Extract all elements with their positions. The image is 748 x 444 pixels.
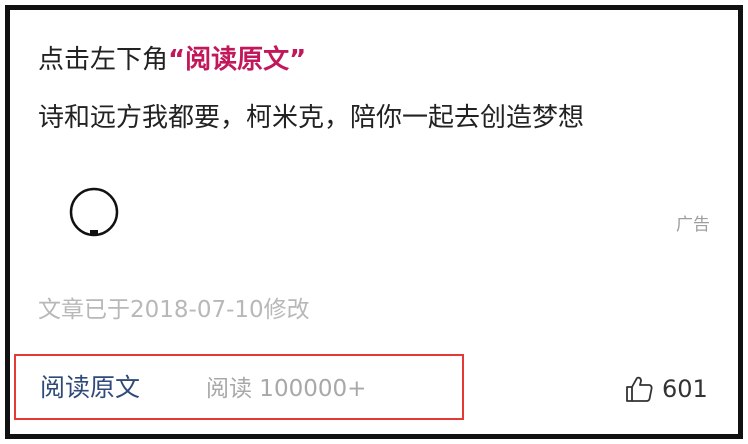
read-original-prompt: 点击左下角“阅读原文” (38, 42, 306, 78)
modified-notice: 文章已于2018-07-10修改 (38, 297, 310, 323)
article-footer-card: 点击左下角“阅读原文” 诗和远方我都要，柯米克，陪你一起去创造梦想 广告 文章已… (5, 5, 743, 439)
ad-label[interactable]: 广告 (676, 210, 710, 235)
prompt-link-text: “阅读原文” (168, 45, 307, 75)
read-count: 阅读 100000+ (206, 376, 367, 402)
read-original-link[interactable]: 阅读原文 (40, 371, 140, 405)
thumbs-up-icon[interactable] (624, 374, 654, 404)
prompt-prefix: 点击左下角 (38, 45, 169, 75)
read-original-highlight-box: 阅读原文 阅读 100000+ (14, 354, 464, 420)
like-count: 601 (662, 375, 708, 403)
like-button[interactable]: 601 (624, 371, 708, 407)
slogan-text: 诗和远方我都要，柯米克，陪你一起去创造梦想 (38, 103, 585, 133)
loading-spinner-icon (69, 187, 119, 237)
